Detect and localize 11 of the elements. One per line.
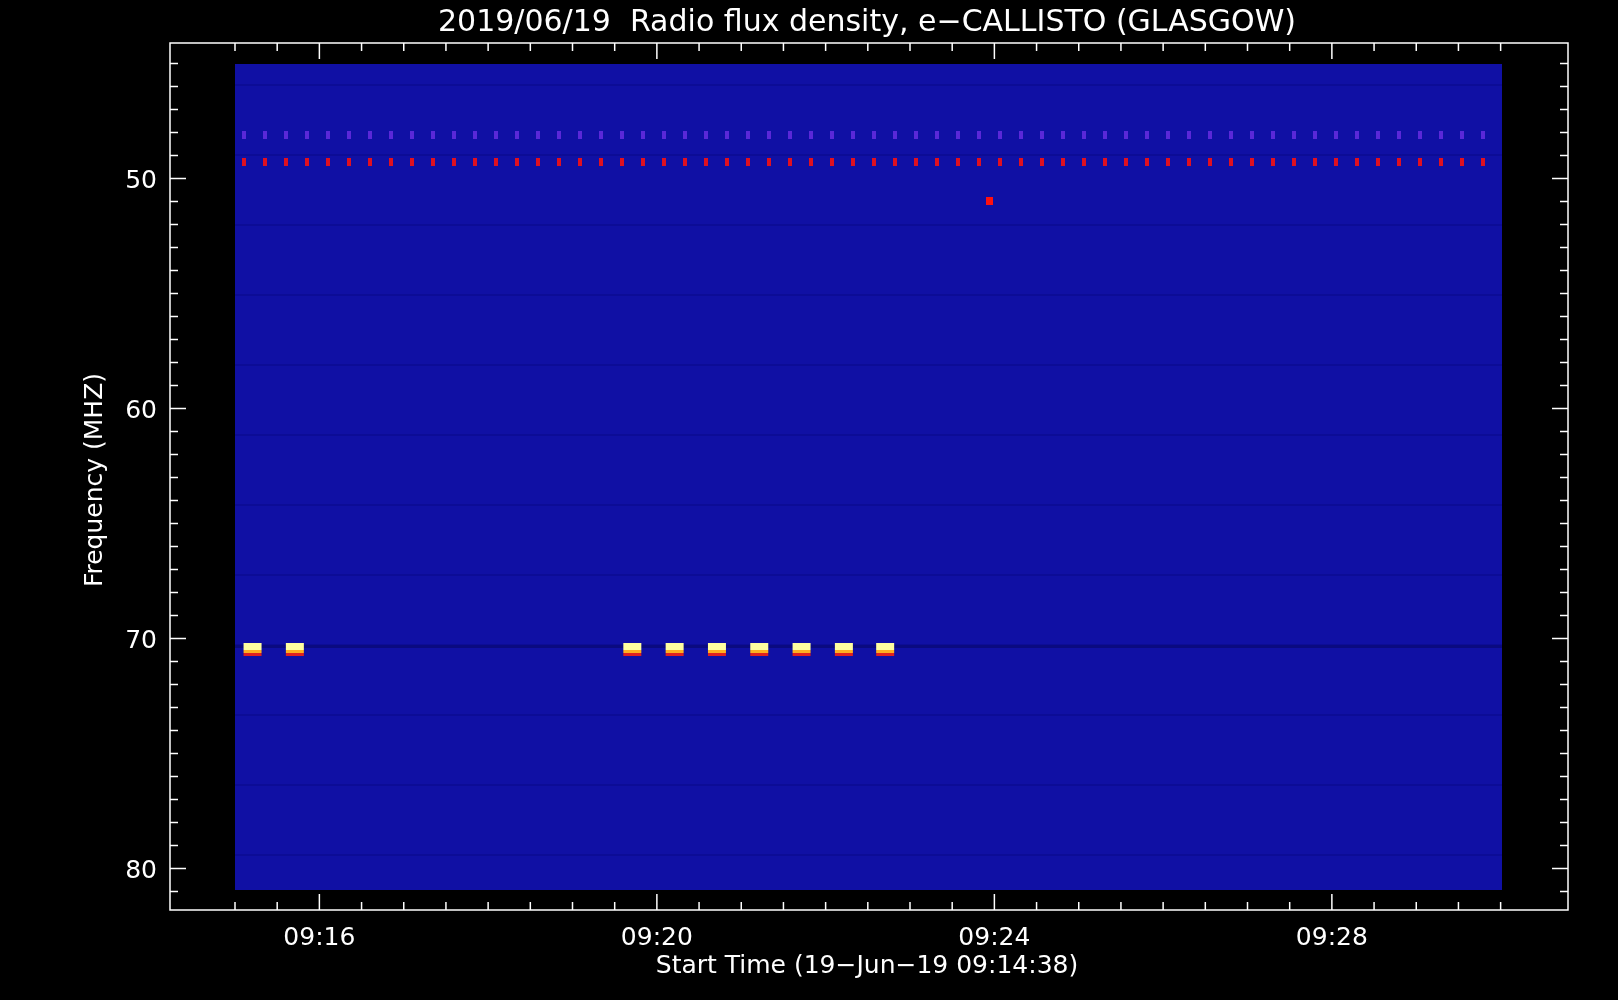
x-tick-label: 09:28 [1295, 922, 1368, 951]
y-tick-label: 80 [125, 854, 157, 884]
x-axis-label: Start Time (19−Jun−19 09:14:38) [655, 950, 1079, 979]
y-tick-label: 60 [125, 394, 157, 424]
y-tick-label: 50 [125, 164, 157, 194]
x-tick-label: 09:16 [283, 922, 356, 951]
y-tick-label: 70 [125, 624, 157, 654]
x-tick-label: 09:20 [620, 922, 693, 951]
chart-title: 2019/06/19 Radio flux density, e−CALLISTO (GLASGOW) [437, 3, 1297, 38]
y-axis-label: Frequency (MHZ) [79, 372, 108, 588]
x-tick-label: 09:24 [958, 922, 1031, 951]
